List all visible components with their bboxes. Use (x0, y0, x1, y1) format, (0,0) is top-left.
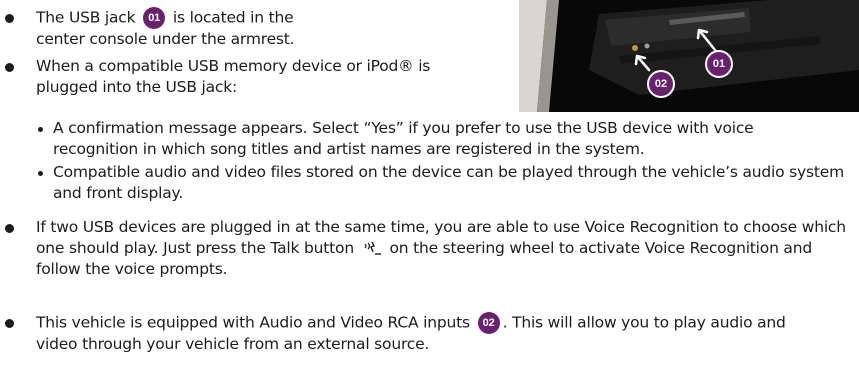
sub-bullet-text: Compatible audio and video files stored … (53, 163, 845, 202)
sub-bullet-confirmation-message: A confirmation message appears. Select “… (53, 118, 783, 160)
callout-01-badge: 01 (705, 50, 733, 78)
usb-console-photo: 02 01 (519, 0, 859, 112)
bullet-text: This vehicle is equipped with Audio and … (36, 313, 470, 332)
bullet-usb-jack-location: The USB jack 01 is located in the center… (36, 7, 336, 50)
bullet-dot (5, 63, 14, 72)
callout-01-badge: 01 (143, 7, 166, 29)
bullet-text: When a compatible USB memory device or i… (36, 57, 431, 96)
bullet-dot (5, 14, 14, 23)
bullet-usb-device-plugged: When a compatible USB memory device or i… (36, 56, 476, 98)
sub-bullet-dot (38, 127, 43, 132)
callout-02-badge: 02 (477, 312, 500, 334)
bullet-dot (5, 224, 14, 233)
sub-bullet-dot (38, 171, 43, 176)
sub-bullet-compatible-files: Compatible audio and video files stored … (53, 162, 859, 204)
bullet-rca-inputs: This vehicle is equipped with Audio and … (36, 312, 826, 355)
console-illustration (519, 0, 859, 112)
voice-talk-icon (364, 241, 381, 255)
callout-02-badge: 02 (647, 70, 675, 98)
bullet-two-usb-devices: If two USB devices are plugged in at the… (36, 217, 859, 280)
sub-bullet-text: A confirmation message appears. Select “… (53, 119, 754, 158)
bullet-text: The USB jack (36, 8, 136, 27)
bullet-dot (5, 319, 14, 328)
